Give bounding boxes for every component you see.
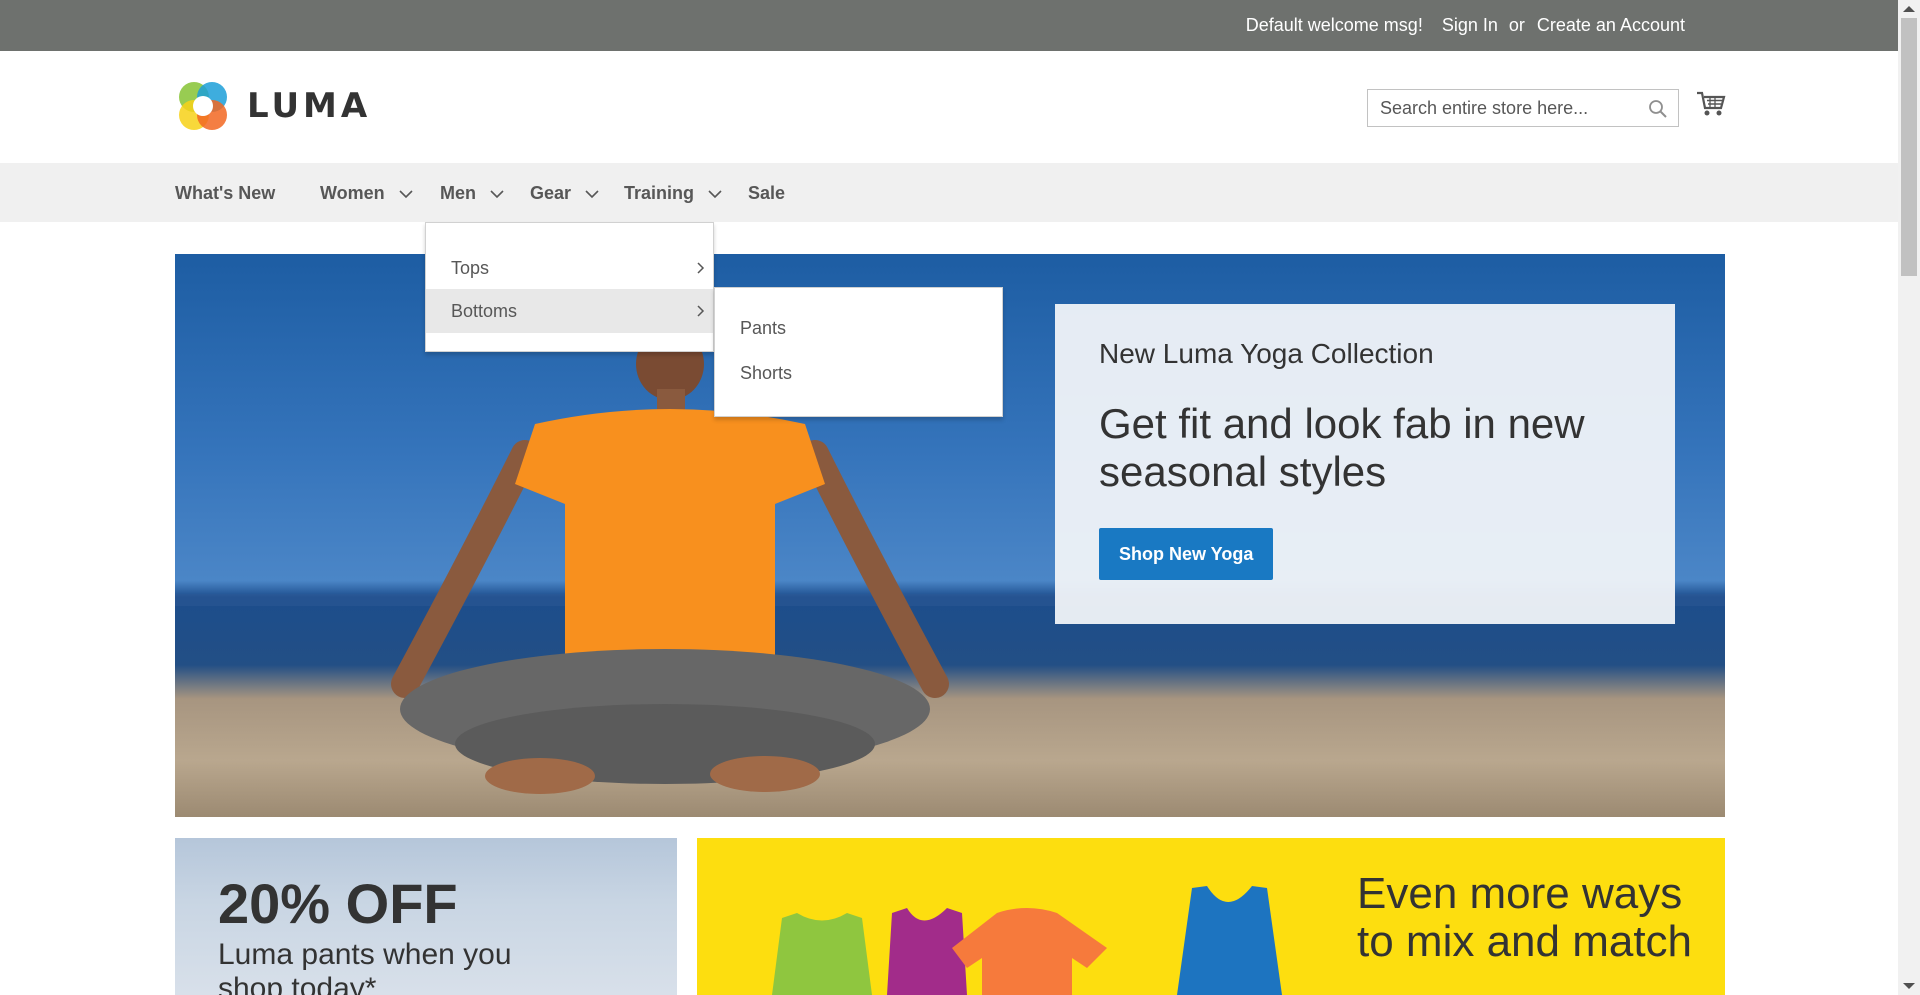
nav-item-training[interactable]: Training [624,183,722,204]
nav-item-sale[interactable]: Sale [748,183,785,204]
vertical-scrollbar[interactable] [1898,0,1920,995]
chevron-down-icon [585,189,599,198]
scroll-down-icon[interactable] [1903,983,1915,989]
mix-match-heading: Even more ways to mix and match [1357,869,1693,966]
search-icon[interactable] [1648,99,1668,119]
scrollbar-thumb[interactable] [1901,18,1917,276]
tank-tops-illustration [772,886,1282,995]
main-navigation: What's New Women Men Gear Training Sale [0,163,1898,222]
chevron-right-icon [697,262,705,274]
nav-item-label: Gear [530,183,572,203]
dropdown-item-bottoms[interactable]: Bottoms [426,289,713,333]
sign-in-link[interactable]: Sign In [1442,15,1498,36]
hero-title: Get fit and look fab in new seasonal sty… [1099,400,1585,495]
luma-logo-icon [179,82,227,130]
nav-item-women[interactable]: Women [320,183,413,204]
dropdown-item-label: Tops [451,257,490,278]
create-account-link[interactable]: Create an Account [1537,15,1685,36]
bottoms-submenu: Pants Shorts [714,287,1003,417]
dropdown-item-label: Bottoms [451,300,518,321]
scroll-up-icon[interactable] [1903,6,1915,12]
hero-subtitle: New Luma Yoga Collection [1099,338,1434,369]
chevron-down-icon [490,189,504,198]
submenu-item-pants[interactable]: Pants [740,318,786,339]
search-box[interactable] [1367,89,1679,127]
chevron-down-icon [708,189,722,198]
submenu-item-shorts[interactable]: Shorts [740,363,792,384]
chevron-down-icon [399,189,413,198]
top-bar: Default welcome msg! Sign In or Create a… [0,0,1898,51]
or-separator: or [1508,15,1525,35]
cart-icon[interactable] [1696,90,1726,118]
hero-promo-box: New Luma Yoga Collection Get fit and loo… [1055,304,1675,624]
men-dropdown-menu: Tops Bottoms [425,222,714,352]
pants-promo-tile[interactable]: 20% OFF Luma pants when you shop today* [175,838,677,995]
nav-item-label: Men [440,183,476,203]
nav-item-men[interactable]: Men [440,183,504,204]
nav-item-gear[interactable]: Gear [530,183,599,204]
welcome-message: Default welcome msg! [1245,15,1423,35]
nav-item-label: Training [624,183,695,203]
header-links: Default welcome msg! Sign In or Create a… [1246,15,1685,36]
nav-item-label: Sale [748,183,786,203]
discount-headline: 20% OFF [218,872,458,935]
dropdown-item-tops[interactable]: Tops [426,246,713,290]
nav-item-label: Women [320,183,385,203]
mix-and-match-tile[interactable]: Even more ways to mix and match [697,838,1725,995]
site-logo[interactable]: LUMA [175,78,371,134]
logo-text: LUMA [247,86,372,126]
discount-description: Luma pants when you shop today* [218,938,512,995]
shop-new-yoga-button[interactable]: Shop New Yoga [1099,528,1274,580]
nav-item-whats-new[interactable]: What's New [175,183,275,204]
search-input[interactable] [1368,90,1640,126]
nav-item-label: What's New [175,183,276,203]
chevron-right-icon [697,305,705,317]
